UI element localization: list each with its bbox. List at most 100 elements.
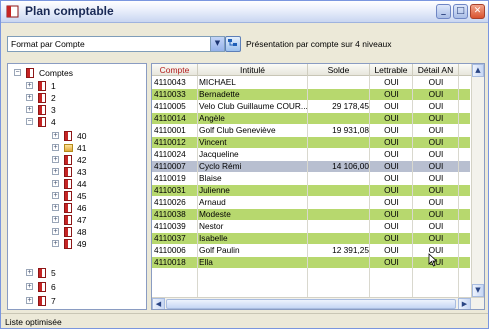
cell-solde — [309, 221, 369, 232]
cell-lettrable: OUI — [384, 113, 399, 123]
cell-lettrable: OUI — [384, 149, 399, 159]
cell-lettrable: OUI — [384, 173, 399, 183]
table-row[interactable]: 4110026 Arnaud OUI OUI — [152, 197, 470, 208]
book-icon — [38, 296, 46, 306]
cell-detail: OUI — [428, 221, 444, 231]
cell-lettrable: OUI — [384, 185, 399, 195]
grid-header: Compte Intitulé Solde Lettrable Détail A… — [152, 64, 484, 76]
cell-compte: 4110001 — [154, 125, 186, 135]
table-row[interactable]: 4110014 Angèle OUI OUI — [152, 113, 470, 124]
cell-lettrable: OUI — [384, 77, 399, 87]
book-icon — [38, 105, 46, 115]
accounts-tree[interactable]: − Comptes + 1 + 2 + 3 − 4 + 40 + 41 + 42… — [7, 63, 147, 310]
book-icon — [64, 191, 72, 201]
cell-solde — [309, 209, 369, 220]
book-icon — [38, 268, 46, 278]
cell-solde — [309, 113, 369, 124]
vertical-scrollbar[interactable]: ▲ ▼ — [471, 64, 484, 297]
cell-intitule: Bernadette — [199, 89, 240, 99]
book-icon — [64, 179, 72, 189]
table-row[interactable]: 4110007 Cyclo Rémi 14 106,00 OUI OUI — [152, 161, 470, 172]
cell-intitule: Nestor — [199, 221, 224, 231]
cell-lettrable: OUI — [384, 245, 399, 255]
scroll-right-icon[interactable]: ▶ — [458, 298, 471, 309]
table-row[interactable]: 4110006 Golf Paulin 12 391,25 OUI OUI — [152, 245, 470, 256]
cell-intitule: Vincent — [199, 137, 227, 147]
accounts-grid[interactable]: Compte Intitulé Solde Lettrable Détail A… — [151, 63, 485, 310]
window-title: Plan comptable — [25, 4, 114, 18]
close-button[interactable]: ✕ — [470, 4, 485, 19]
tree-node-label: 42 — [77, 155, 87, 165]
title-bar[interactable]: Plan comptable _ □ ✕ — [1, 1, 488, 23]
chevron-down-icon[interactable]: ▼ — [210, 37, 224, 51]
cell-solde: 14 106,00 — [332, 161, 369, 171]
cell-detail: OUI — [428, 209, 444, 219]
table-row[interactable]: 4110038 Modeste OUI OUI — [152, 209, 470, 220]
tree-node-label: Comptes — [39, 68, 74, 78]
book-icon — [64, 155, 72, 165]
table-row[interactable]: 4110037 Isabelle OUI OUI — [152, 233, 470, 244]
book-icon — [38, 282, 46, 292]
table-row[interactable]: 4110005 Velo Club Guillaume COUR... 29 178… — [152, 101, 470, 112]
column-header-intitule[interactable]: Intitulé — [198, 64, 308, 76]
presentation-icon[interactable] — [225, 36, 241, 52]
book-icon — [64, 227, 72, 237]
tree-node-label: 40 — [77, 131, 87, 141]
cell-intitule: Velo Club Guillaume COUR... — [199, 101, 307, 111]
cell-solde — [309, 77, 369, 88]
minimize-button[interactable]: _ — [436, 4, 451, 19]
scroll-down-icon[interactable]: ▼ — [472, 284, 484, 297]
cell-detail: OUI — [428, 185, 444, 195]
cell-intitule: Ella — [199, 257, 213, 267]
tree-node-label: 45 — [77, 191, 87, 201]
cell-compte: 4110014 — [154, 113, 186, 123]
column-header-detail-an[interactable]: Détail AN — [413, 64, 459, 76]
horizontal-scrollbar[interactable]: ◀ ▶ — [152, 297, 484, 309]
maximize-button[interactable]: □ — [453, 4, 468, 19]
cell-compte: 4110024 — [154, 149, 186, 159]
scroll-up-icon[interactable]: ▲ — [472, 64, 484, 77]
scroll-left-icon[interactable]: ◀ — [152, 298, 165, 309]
status-bar: Liste optimisée — [1, 313, 488, 328]
table-row[interactable]: 4110039 Nestor OUI OUI — [152, 221, 470, 232]
cell-lettrable: OUI — [384, 221, 399, 231]
presentation-label: Présentation par compte sur 4 niveaux — [246, 39, 392, 49]
tree-levels-icon — [228, 39, 237, 46]
table-row[interactable]: 4110024 Jacqueline OUI OUI — [152, 149, 470, 160]
tree-node-label: 47 — [77, 215, 87, 225]
book-icon — [64, 167, 72, 177]
cell-compte: 4110037 — [154, 233, 186, 243]
tree-node-label: 3 — [51, 105, 56, 115]
cell-intitule: Angèle — [199, 113, 225, 123]
cell-intitule: Isabelle — [199, 233, 228, 243]
cell-compte: 4110005 — [154, 101, 186, 111]
table-row[interactable]: 4110001 Golf Club Geneviève 19 931,08 OUI OU… — [152, 125, 470, 136]
table-row[interactable]: 4110033 Bernadette OUI OUI — [152, 89, 470, 100]
table-row[interactable]: 4110018 Ella OUI OUI — [152, 257, 470, 268]
cell-intitule: Arnaud — [199, 197, 226, 207]
format-select[interactable]: Format par Compte ▼ — [7, 36, 225, 52]
cell-compte: 4110039 — [154, 221, 186, 231]
column-header-lettrable[interactable]: Lettrable — [370, 64, 413, 76]
cell-compte: 4110018 — [154, 257, 186, 267]
table-row[interactable]: 4110019 Blaise OUI OUI — [152, 173, 470, 184]
horizontal-scroll-thumb[interactable] — [166, 299, 456, 309]
table-row[interactable]: 4110012 Vincent OUI OUI — [152, 137, 470, 148]
collapse-icon[interactable]: − — [14, 69, 21, 76]
cell-detail: OUI — [428, 137, 444, 147]
column-divider — [412, 76, 413, 297]
table-row[interactable]: 4110043 MICHAEL OUI OUI — [152, 77, 470, 88]
cell-lettrable: OUI — [384, 233, 399, 243]
tree-node-label: 49 — [77, 239, 87, 249]
cell-intitule: Golf Club Geneviève — [199, 125, 276, 135]
column-divider — [458, 76, 459, 297]
cell-compte: 4110019 — [154, 173, 186, 183]
column-header-compte[interactable]: Compte — [152, 64, 198, 76]
tree-node-label: 1 — [51, 81, 56, 91]
cell-intitule: Julienne — [199, 185, 230, 195]
tree-node-label: 2 — [51, 93, 56, 103]
column-header-solde[interactable]: Solde — [308, 64, 370, 76]
cell-detail: OUI — [428, 161, 444, 171]
cell-solde — [309, 89, 369, 100]
table-row[interactable]: 4110031 Julienne OUI OUI — [152, 185, 470, 196]
